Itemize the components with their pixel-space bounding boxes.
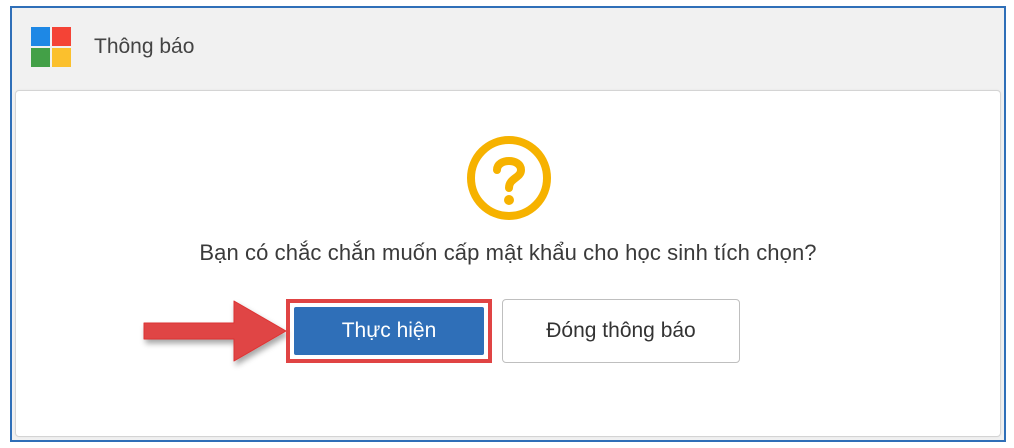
- windows-logo-icon: [31, 27, 71, 67]
- title-bar: Thông báo: [12, 8, 1004, 90]
- close-notification-button[interactable]: Đóng thông báo: [502, 299, 740, 363]
- primary-button-highlight: Thực hiện: [286, 299, 492, 363]
- dialog-body: Bạn có chắc chắn muốn cấp mật khẩu cho h…: [15, 90, 1001, 437]
- execute-button[interactable]: Thực hiện: [294, 307, 484, 355]
- notification-dialog: Thông báo Bạn có chắc chắn muốn cấp mật …: [10, 6, 1006, 442]
- question-mark-icon: [467, 136, 551, 220]
- window-title: Thông báo: [94, 35, 195, 58]
- red-arrow-icon: [143, 300, 287, 362]
- confirmation-message: Bạn có chắc chắn muốn cấp mật khẩu cho h…: [199, 240, 817, 265]
